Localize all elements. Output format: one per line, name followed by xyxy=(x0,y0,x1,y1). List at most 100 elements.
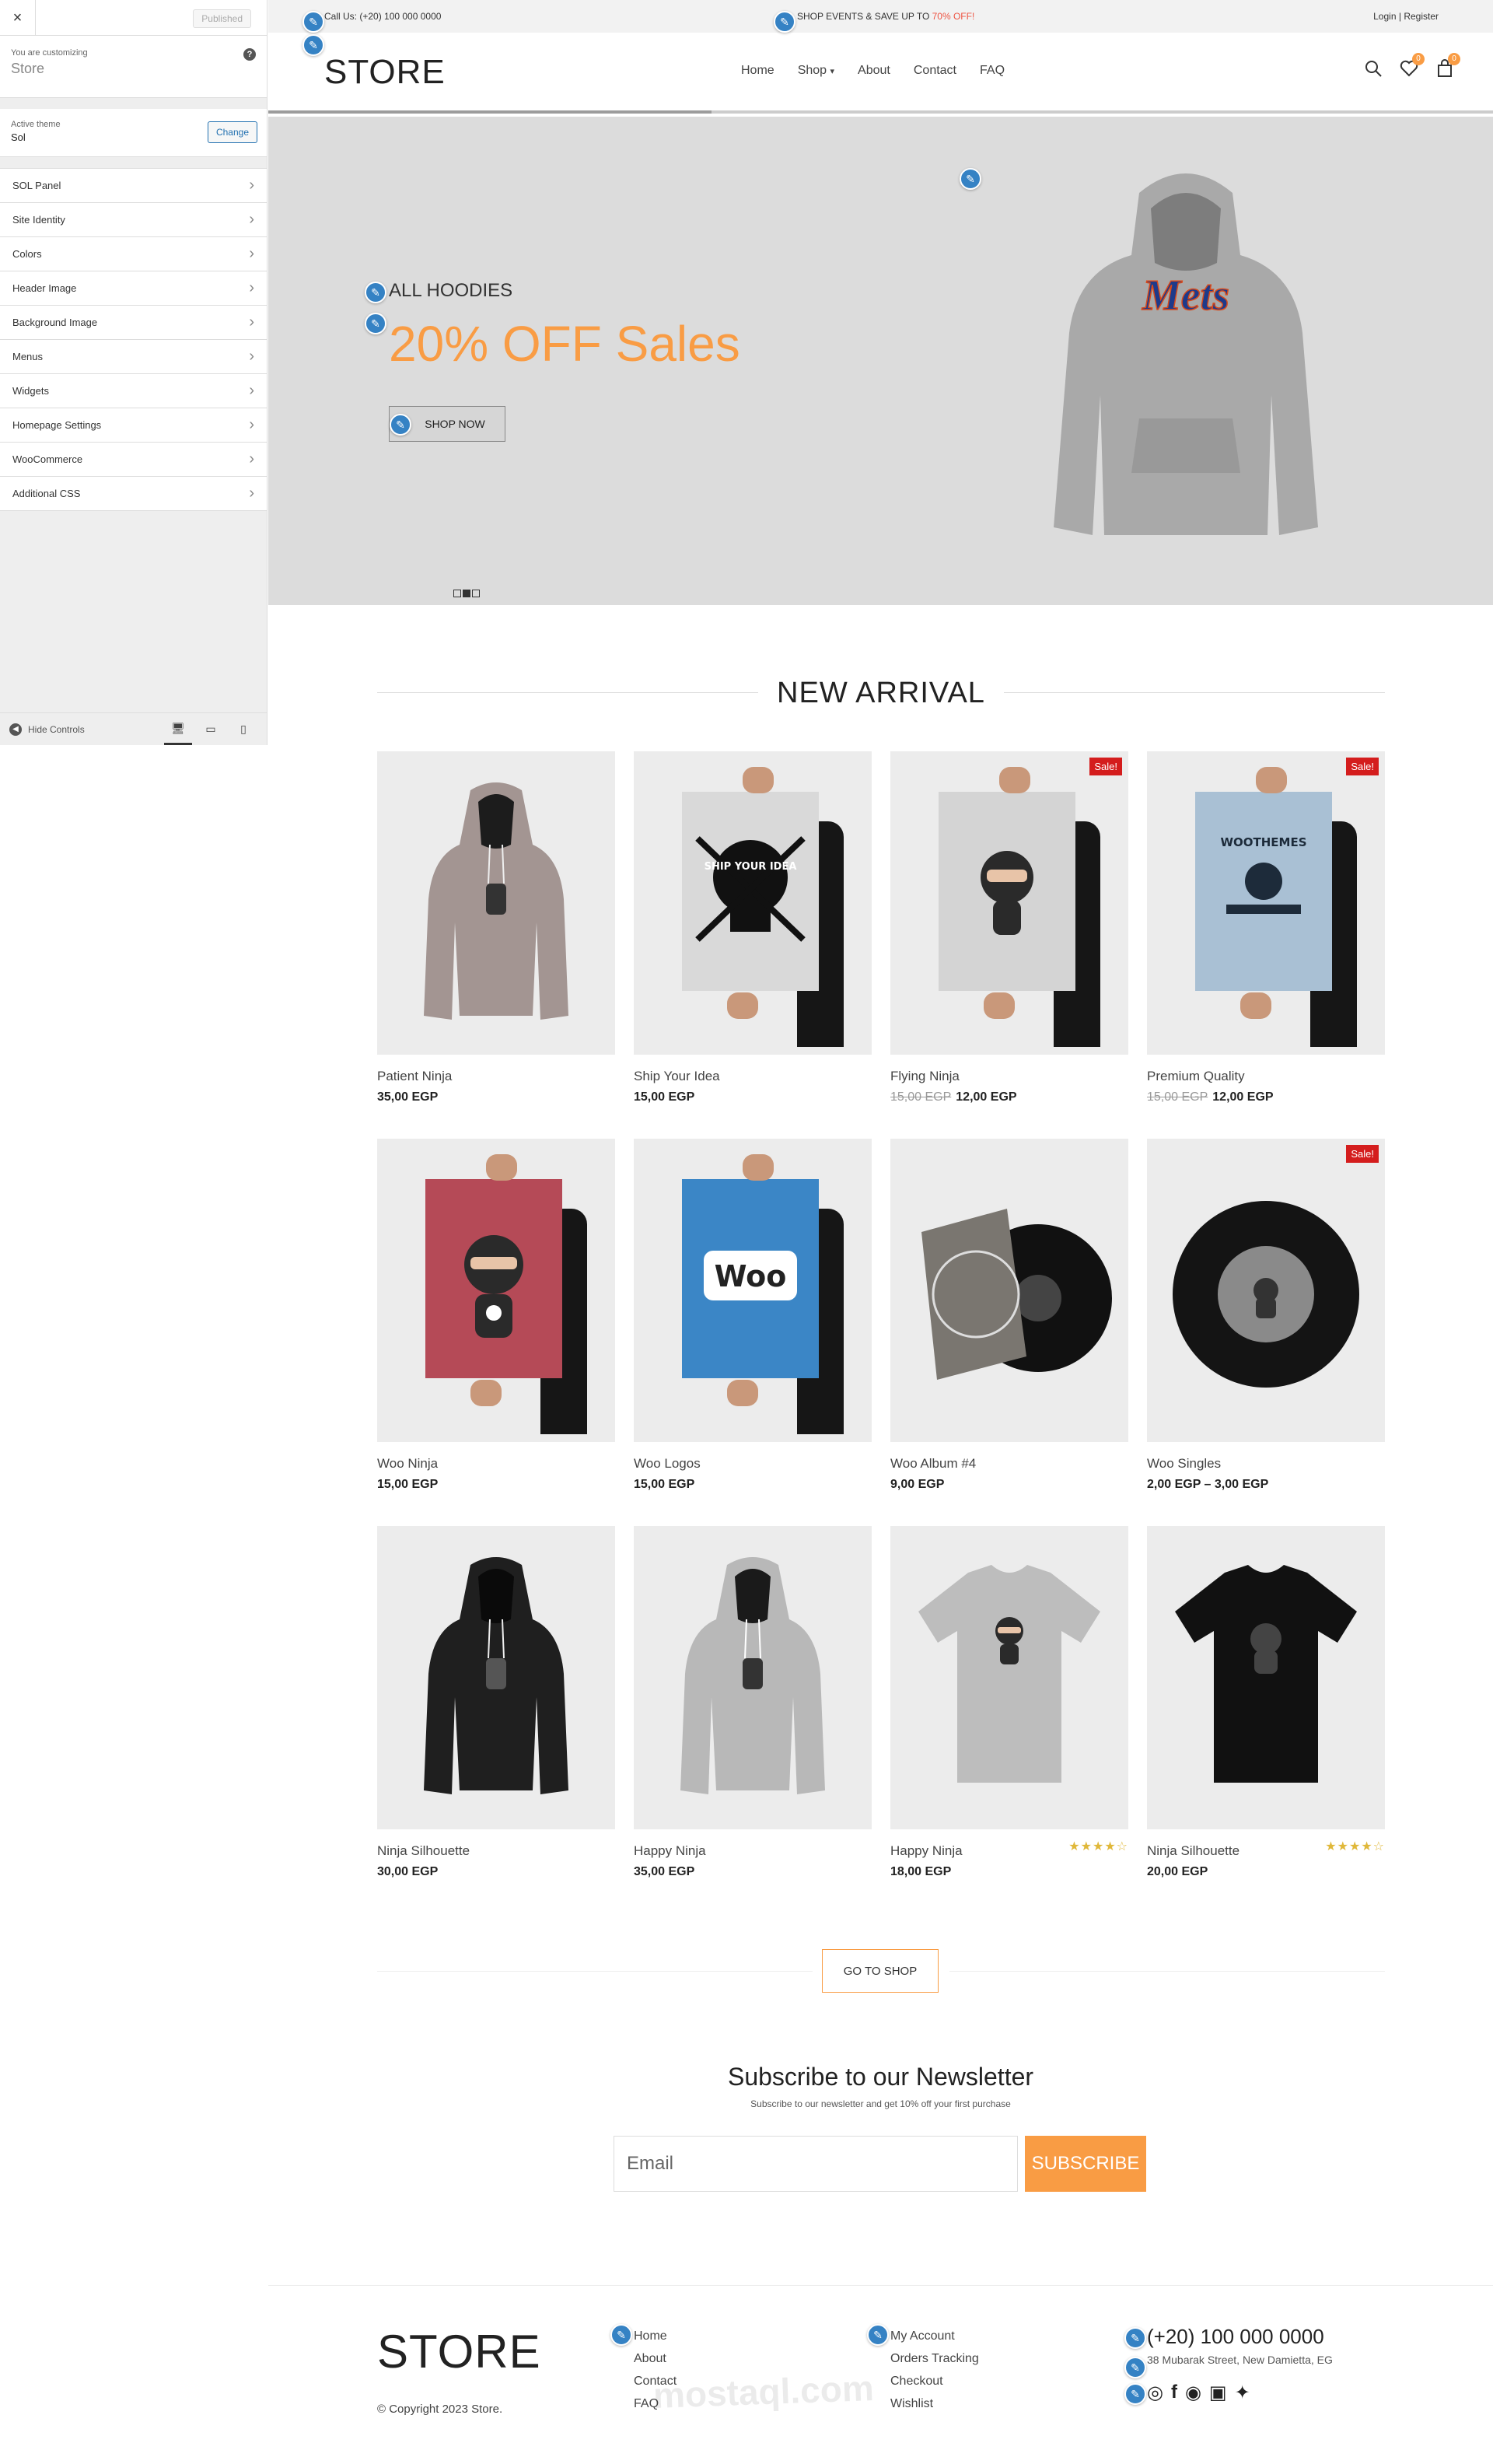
whatsapp-icon[interactable]: ◎ xyxy=(1147,2382,1163,2404)
sidebar-item-sol-panel[interactable]: SOL Panel › xyxy=(0,169,267,203)
edit-pencil-icon[interactable]: ✎ xyxy=(365,282,386,303)
product-name[interactable]: Ship Your Idea xyxy=(634,1069,872,1084)
product-image[interactable] xyxy=(377,1139,615,1442)
footer-link-wishlist[interactable]: Wishlist xyxy=(890,2392,979,2415)
edit-pencil-icon[interactable]: ✎ xyxy=(867,2324,889,2346)
instagram-icon[interactable]: ▣ xyxy=(1209,2382,1227,2404)
footer-link-about[interactable]: About xyxy=(634,2347,677,2370)
register-link[interactable]: Register xyxy=(1404,11,1439,22)
messenger-icon[interactable]: ◉ xyxy=(1185,2382,1201,2404)
edit-pencil-icon[interactable]: ✎ xyxy=(365,313,386,334)
product-name[interactable]: Woo Logos xyxy=(634,1456,872,1472)
sidebar-item-label: WooCommerce xyxy=(12,453,83,465)
product-card[interactable]: Ninja Silhouette 30,00 EGP xyxy=(377,1526,615,1879)
product-name[interactable]: Ninja Silhouette xyxy=(377,1843,615,1859)
site-logo[interactable]: STORE xyxy=(324,53,446,92)
product-name[interactable]: Woo Ninja xyxy=(377,1456,615,1472)
nav-shop[interactable]: Shop ▾ xyxy=(798,64,834,78)
product-card[interactable]: Woo Album #4 9,00 EGP xyxy=(890,1139,1128,1492)
edit-pencil-icon[interactable]: ✎ xyxy=(390,414,411,436)
login-link[interactable]: Login xyxy=(1373,11,1396,22)
product-card[interactable]: Happy Ninja 18,00 EGP ★★★★☆ xyxy=(890,1526,1128,1879)
facebook-icon[interactable]: f xyxy=(1171,2382,1177,2404)
product-name[interactable]: Patient Ninja xyxy=(377,1069,615,1084)
product-name[interactable]: Happy Ninja xyxy=(634,1843,872,1859)
product-image[interactable] xyxy=(377,751,615,1055)
slider-dot-active[interactable] xyxy=(463,590,470,597)
product-image[interactable] xyxy=(377,1526,615,1829)
nav-home[interactable]: Home xyxy=(741,64,774,78)
edit-pencil-icon[interactable]: ✎ xyxy=(610,2324,632,2346)
sidebar-item-additional-css[interactable]: Additional CSS › xyxy=(0,477,267,511)
sidebar-item-widgets[interactable]: Widgets › xyxy=(0,374,267,408)
sidebar-item-header-image[interactable]: Header Image › xyxy=(0,271,267,306)
footer-link-orders-tracking[interactable]: Orders Tracking xyxy=(890,2347,979,2370)
sidebar-item-menus[interactable]: Menus › xyxy=(0,340,267,374)
go-to-shop-button[interactable]: GO TO SHOP xyxy=(822,1949,939,1993)
product-name[interactable]: Woo Album #4 xyxy=(890,1456,1128,1472)
edit-pencil-icon[interactable]: ✎ xyxy=(1124,2327,1146,2349)
tablet-icon[interactable]: ▭ xyxy=(197,714,225,745)
product-image[interactable]: SHIP YOUR IDEA xyxy=(634,751,872,1055)
nav-about[interactable]: About xyxy=(858,64,890,78)
product-image[interactable]: Woo xyxy=(634,1139,872,1442)
sidebar-item-homepage-settings[interactable]: Homepage Settings › xyxy=(0,408,267,443)
poster-art: WOOTHEMES xyxy=(1195,792,1332,991)
twitter-icon[interactable]: ✦ xyxy=(1235,2382,1250,2404)
product-name[interactable]: Premium Quality xyxy=(1147,1069,1385,1084)
mobile-icon[interactable]: ▯ xyxy=(229,714,257,745)
hide-controls-button[interactable]: Hide Controls xyxy=(28,724,85,735)
footer-link-home[interactable]: Home xyxy=(634,2325,677,2347)
sidebar-item-site-identity[interactable]: Site Identity › xyxy=(0,203,267,237)
subscribe-button[interactable]: SUBSCRIBE xyxy=(1025,2136,1146,2192)
desktop-icon[interactable]: 🖥 xyxy=(164,714,192,745)
product-image[interactable] xyxy=(634,1526,872,1829)
search-icon[interactable] xyxy=(1364,59,1383,83)
product-card[interactable]: Happy Ninja 35,00 EGP xyxy=(634,1526,872,1879)
product-old-price: 15,00 EGP xyxy=(890,1090,952,1104)
change-theme-button[interactable]: Change xyxy=(207,121,257,143)
footer-address: 38 Mubarak Street, New Damietta, EG xyxy=(1147,2354,1333,2366)
product-price: 35,00 EGP xyxy=(377,1090,615,1104)
product-card[interactable]: Ninja Silhouette 20,00 EGP ★★★★☆ xyxy=(1147,1526,1385,1879)
slider-dot[interactable] xyxy=(472,590,480,597)
sidebar-item-woocommerce[interactable]: WooCommerce › xyxy=(0,443,267,477)
watermark: mostaql.com xyxy=(652,2368,875,2416)
product-name[interactable]: Flying Ninja xyxy=(890,1069,1128,1084)
slider-dot[interactable] xyxy=(453,590,461,597)
sidebar-item-background-image[interactable]: Background Image › xyxy=(0,306,267,340)
sidebar-item-colors[interactable]: Colors › xyxy=(0,237,267,271)
hide-controls-icon[interactable]: ◀ xyxy=(9,723,22,736)
edit-pencil-icon[interactable]: ✎ xyxy=(302,34,324,56)
product-image[interactable] xyxy=(1147,1526,1385,1829)
product-card[interactable]: Sale! Woo Singles 2,00 EGP – 3,00 EGP xyxy=(1147,1139,1385,1492)
footer-link-my-account[interactable]: My Account xyxy=(890,2325,979,2347)
product-card[interactable]: Woo Woo Logos 15,00 EGP xyxy=(634,1139,872,1492)
product-card[interactable]: SHIP YOUR IDEA Ship Your Idea 15,00 EGP xyxy=(634,751,872,1104)
wishlist-icon[interactable]: 0 xyxy=(1400,53,1425,83)
edit-pencil-icon[interactable]: ✎ xyxy=(1124,2357,1146,2378)
product-card[interactable]: Patient Ninja 35,00 EGP xyxy=(377,751,615,1104)
product-image[interactable] xyxy=(890,1139,1128,1442)
product-image[interactable]: Sale! xyxy=(1147,1139,1385,1442)
footer-link-checkout[interactable]: Checkout xyxy=(890,2370,979,2392)
edit-pencil-icon[interactable]: ✎ xyxy=(774,11,795,33)
product-name[interactable]: Woo Singles xyxy=(1147,1456,1385,1472)
nav-faq[interactable]: FAQ xyxy=(980,64,1005,78)
edit-pencil-icon[interactable]: ✎ xyxy=(1124,2383,1146,2405)
nav-contact[interactable]: Contact xyxy=(914,64,956,78)
cart-icon[interactable]: 0 xyxy=(1435,53,1460,83)
footer-logo[interactable]: STORE xyxy=(377,2325,541,2378)
edit-pencil-icon[interactable]: ✎ xyxy=(302,11,324,33)
product-image[interactable]: Sale! xyxy=(890,751,1128,1055)
edit-pencil-icon[interactable]: ✎ xyxy=(960,168,981,190)
product-card[interactable]: Woo Ninja 15,00 EGP xyxy=(377,1139,615,1492)
product-image[interactable] xyxy=(890,1526,1128,1829)
close-icon[interactable]: × xyxy=(0,0,36,36)
product-image[interactable]: WOOTHEMES Sale! xyxy=(1147,751,1385,1055)
email-field[interactable]: Email xyxy=(614,2136,1018,2192)
help-icon[interactable]: ? xyxy=(243,48,256,61)
product-card[interactable]: Sale! Flying Ninja 15,00 EGP 12,00 EGP xyxy=(890,751,1128,1104)
published-button[interactable]: Published xyxy=(193,9,251,28)
product-card[interactable]: WOOTHEMES Sale! Premium Quality 15,00 EG… xyxy=(1147,751,1385,1104)
